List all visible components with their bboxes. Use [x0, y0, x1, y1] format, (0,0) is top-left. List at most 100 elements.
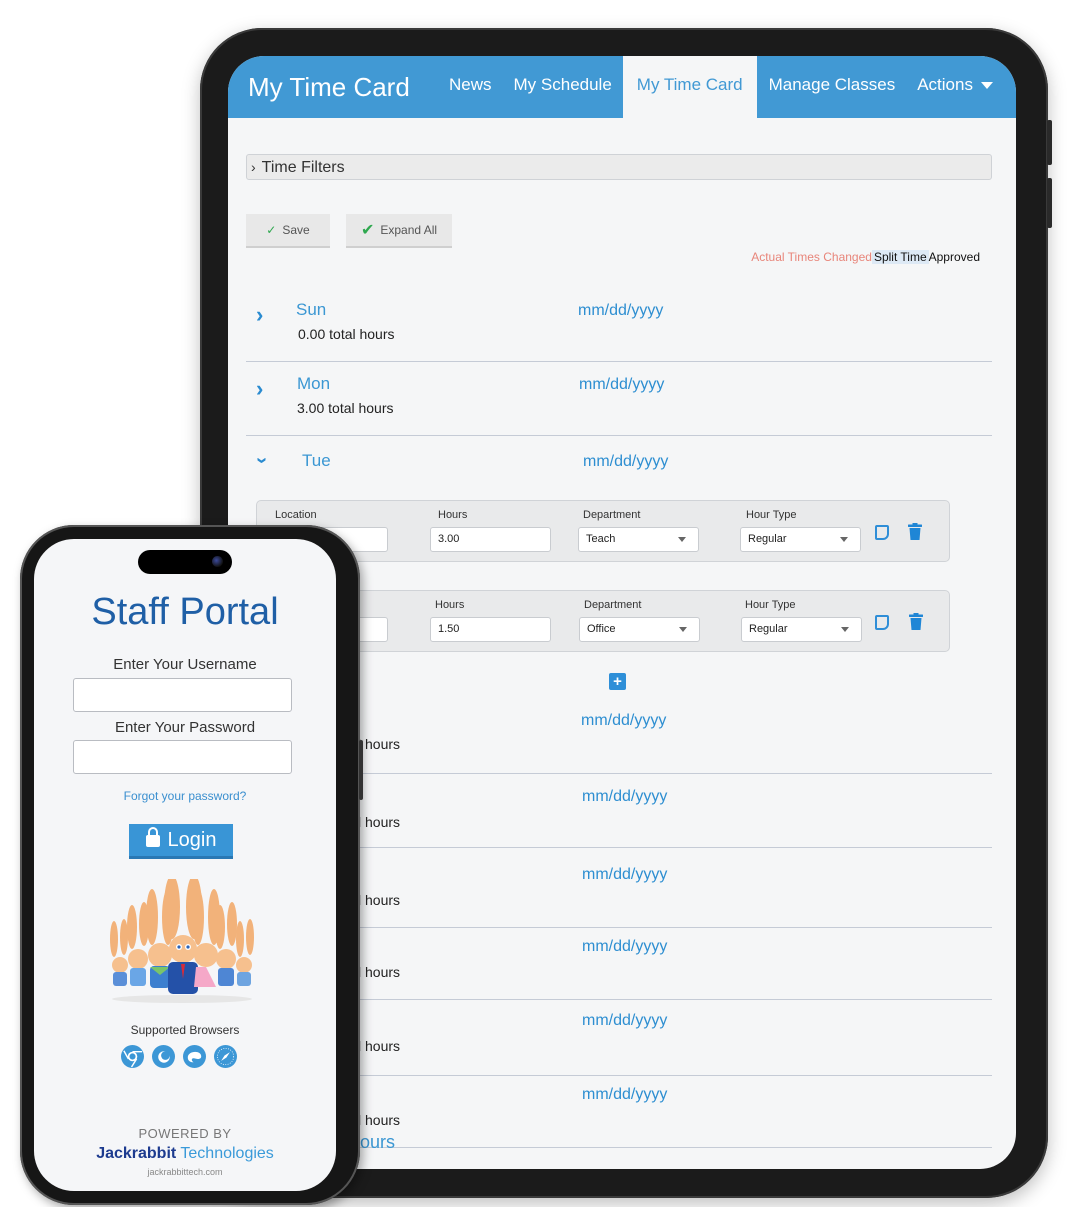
save-button[interactable]: ✓ Save	[246, 214, 330, 248]
caret-down-icon	[840, 537, 848, 542]
nav-actions-label: Actions	[917, 75, 973, 94]
check-icon: ✔	[360, 222, 375, 239]
caret-down-icon	[980, 82, 993, 90]
caret-down-icon	[841, 627, 849, 632]
day-date[interactable]: mm/dd/yyyy	[581, 712, 666, 730]
browser-icons	[121, 1045, 237, 1068]
department-select[interactable]: Office	[579, 617, 700, 642]
password-label: Enter Your Password	[114, 719, 256, 736]
day-row-mon[interactable]: › Mon mm/dd/yyyy 3.00 total hours	[246, 374, 992, 436]
tablet-volume-down-button	[1047, 178, 1052, 228]
website-link[interactable]: jackrabbittech.com	[34, 1167, 336, 1177]
time-filters-toggle[interactable]: › Time Filters	[246, 154, 992, 180]
trash-icon[interactable]	[909, 613, 923, 630]
day-total: l hours	[358, 892, 401, 908]
nav-news[interactable]: News	[438, 56, 503, 118]
day-total: l hours	[358, 814, 401, 830]
forgot-password-link[interactable]: Forgot your password?	[34, 789, 336, 803]
day-date[interactable]: mm/dd/yyyy	[582, 938, 667, 956]
time-entry: Hours 1.50 Department Office Hour Type R…	[256, 590, 950, 652]
legend-split-time: Split Time	[871, 250, 929, 264]
brand-bold: Jackrabbit	[96, 1145, 177, 1162]
firefox-icon	[152, 1045, 175, 1068]
supported-browsers-label: Supported Browsers	[130, 1023, 240, 1037]
caret-down-icon	[679, 627, 687, 632]
day-total: 3.00 total hours	[297, 400, 394, 416]
day-date[interactable]: mm/dd/yyyy	[582, 866, 667, 884]
day-name: Sun	[296, 300, 327, 319]
note-icon[interactable]	[875, 615, 889, 630]
username-label: Enter Your Username	[113, 656, 257, 673]
chevron-down-icon[interactable]: ›	[250, 457, 273, 464]
hour-type-value: Regular	[749, 623, 788, 635]
dynamic-island	[138, 550, 232, 574]
username-input[interactable]	[73, 678, 292, 712]
login-label: Login	[167, 829, 217, 851]
nav-my-schedule[interactable]: My Schedule	[503, 56, 623, 118]
hour-type-value: Regular	[748, 533, 787, 545]
note-icon[interactable]	[875, 525, 889, 540]
hours-input[interactable]: 3.00	[430, 527, 551, 552]
top-navigation: My Time Card News My Schedule My Time Ca…	[228, 56, 1016, 118]
edge-icon	[183, 1045, 206, 1068]
trash-icon[interactable]	[908, 523, 922, 540]
hour-type-label: Hour Type	[746, 509, 797, 521]
expand-all-label: Expand All	[380, 223, 438, 237]
hour-type-select[interactable]: Regular	[740, 527, 861, 552]
day-name: Tue	[302, 451, 331, 470]
time-entry: Location JET-Dance Hours 3.00 Department…	[256, 500, 950, 562]
add-entry-button[interactable]: +	[609, 673, 626, 690]
portal-title: Staff Portal	[91, 591, 279, 633]
app-title: My Time Card	[248, 72, 410, 102]
chevron-right-icon: ›	[251, 159, 256, 175]
day-date[interactable]: mm/dd/yyyy	[582, 1012, 667, 1030]
day-total: l hours	[358, 736, 401, 752]
chrome-icon	[121, 1045, 144, 1068]
department-select[interactable]: Teach	[578, 527, 699, 552]
day-date[interactable]: mm/dd/yyyy	[582, 1086, 667, 1104]
hour-type-label: Hour Type	[745, 599, 796, 611]
brand-name: Jackrabbit Technologies	[34, 1145, 336, 1163]
hours-input[interactable]: 1.50	[430, 617, 551, 642]
hours-label: Hours	[438, 509, 468, 521]
login-button[interactable]: Login	[129, 824, 233, 859]
lock-icon	[145, 827, 160, 847]
day-date[interactable]: mm/dd/yyyy	[579, 376, 664, 394]
day-date[interactable]: mm/dd/yyyy	[583, 453, 668, 471]
safari-icon	[214, 1045, 237, 1068]
tablet-volume-up-button	[1047, 120, 1052, 165]
department-label: Department	[583, 509, 641, 521]
expand-all-button[interactable]: ✔ Expand All	[346, 214, 452, 248]
nav-my-time-card[interactable]: My Time Card	[622, 56, 757, 118]
save-label: Save	[282, 223, 310, 237]
department-value: Teach	[586, 533, 616, 545]
department-label: Department	[584, 599, 642, 611]
legend-approved: Approved	[928, 250, 980, 264]
phone-device: Staff Portal Enter Your Username Enter Y…	[20, 525, 363, 1205]
powered-by-label: POWERED BY	[138, 1126, 232, 1141]
nav-actions-dropdown[interactable]: Actions	[906, 56, 1004, 118]
time-filters-label: Time Filters	[261, 159, 345, 176]
location-label: Location	[275, 509, 317, 521]
day-total: l hours	[358, 964, 401, 980]
day-total: l hours	[358, 1038, 401, 1054]
jackrabbit-mascots-illustration	[110, 879, 254, 1003]
day-row-sun[interactable]: › Sun mm/dd/yyyy 0.00 total hours	[246, 300, 992, 362]
status-legend: Actual Times Changed Split Time Approved	[751, 250, 980, 264]
day-date[interactable]: mm/dd/yyyy	[578, 302, 663, 320]
camera-icon	[212, 556, 223, 567]
legend-actual-times-changed: Actual Times Changed	[751, 250, 872, 264]
day-total: 0.00 total hours	[298, 326, 395, 342]
day-date[interactable]: mm/dd/yyyy	[582, 788, 667, 806]
password-input[interactable]	[73, 740, 292, 774]
caret-down-icon	[678, 537, 686, 542]
chevron-right-icon[interactable]: ›	[256, 302, 263, 328]
phone-screen: Staff Portal Enter Your Username Enter Y…	[34, 539, 336, 1191]
day-row-tue[interactable]: › Tue mm/dd/yyyy	[246, 451, 992, 481]
hour-type-select[interactable]: Regular	[741, 617, 862, 642]
day-name: Mon	[297, 374, 331, 393]
chevron-right-icon[interactable]: ›	[256, 376, 263, 402]
department-value: Office	[587, 623, 616, 635]
nav-manage-classes[interactable]: Manage Classes	[757, 56, 907, 118]
check-icon: ✓	[266, 223, 277, 237]
